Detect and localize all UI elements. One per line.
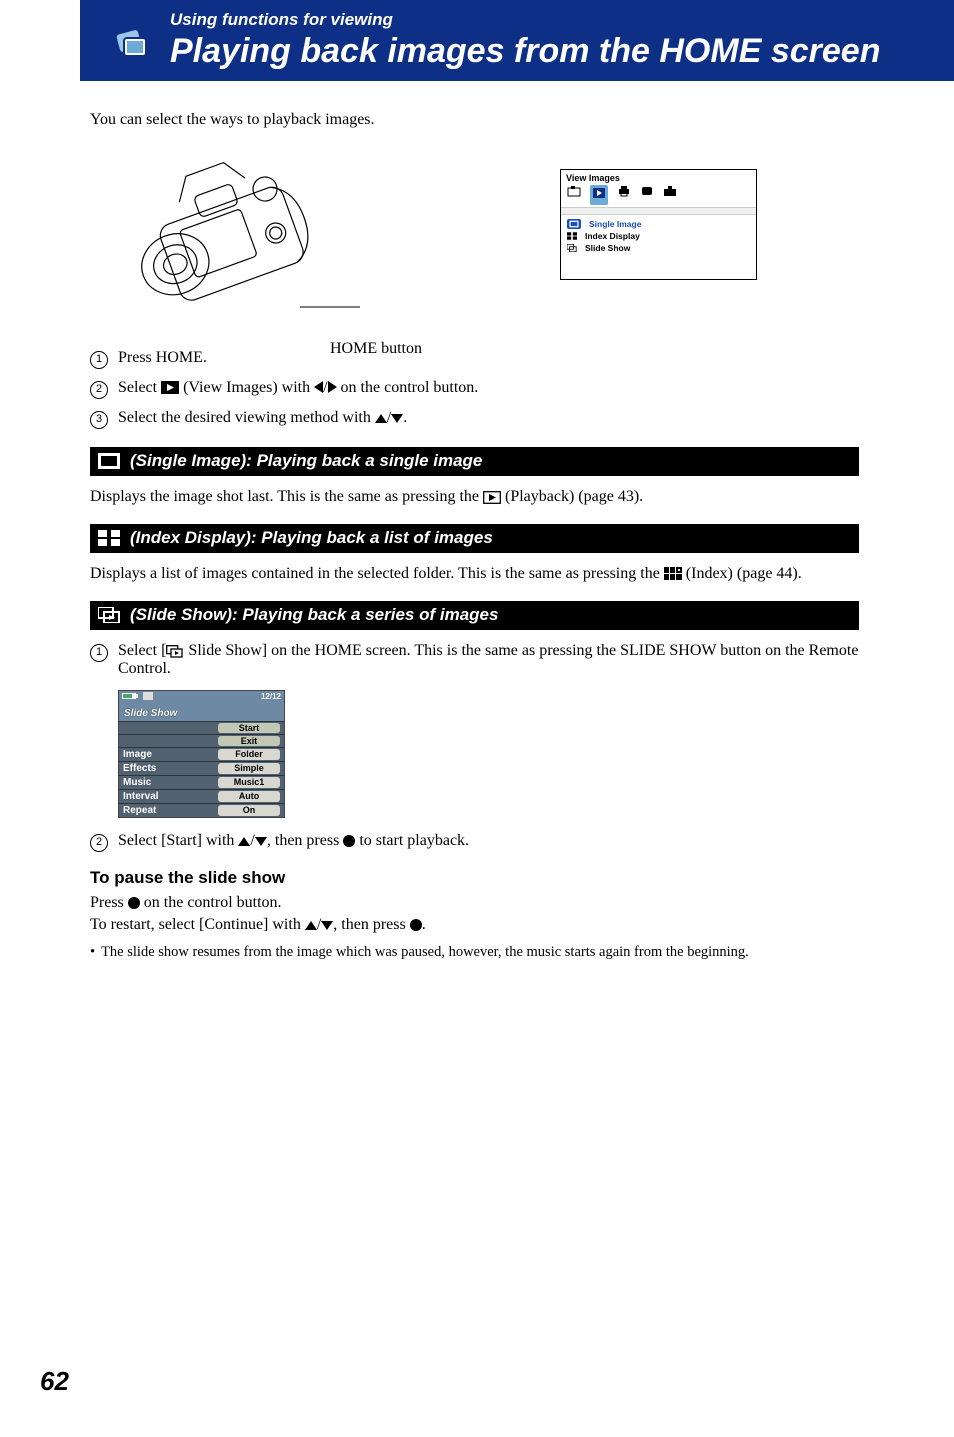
step-2: 2 Select (View Images) with / on the con… (90, 379, 859, 399)
left-arrow-icon (314, 381, 323, 393)
single-image-body: Displays the image shot last. This is th… (90, 488, 859, 506)
slide-row-start: Start (119, 721, 284, 734)
center-button-icon (410, 919, 422, 931)
manage-tab-icon (640, 185, 654, 197)
index-display-heading: (Index Display): Playing back a list of … (90, 524, 859, 553)
print-tab-icon (617, 185, 631, 197)
camera-tab-icon (567, 185, 581, 197)
step-3: 3 Select the desired viewing method with… (90, 409, 859, 429)
pause-heading: To pause the slide show (90, 868, 859, 888)
pause-p1: Press on the control button. (90, 894, 859, 912)
up-arrow-icon (305, 921, 317, 930)
right-arrow-icon (328, 381, 337, 393)
section-title: Using functions for viewing (170, 10, 954, 30)
slide-step-1: 1 Select [ Slide Show] on the HOME scree… (90, 642, 859, 678)
down-arrow-icon (255, 837, 267, 846)
slide-show-heading: (Slide Show): Playing back a series of i… (90, 601, 859, 630)
center-button-icon (128, 897, 140, 909)
page-header: Using functions for viewing Playing back… (80, 0, 954, 81)
battery-icon (122, 692, 140, 700)
slide-row-repeat: RepeatOn (119, 803, 284, 817)
slide-row-music: MusicMusic1 (119, 775, 284, 789)
slide-step-2: 2 Select [Start] with /, then press to s… (90, 832, 859, 852)
page-title: Playing back images from the HOME screen (170, 32, 954, 71)
figure-row: View Images Single Image (110, 149, 859, 329)
page-number: 62 (40, 1366, 69, 1397)
main-steps: 1 Press HOME. 2 Select (View Images) wit… (90, 349, 859, 429)
slide-menu-rows: Start Exit ImageFolder EffectsSimple Mus… (119, 721, 284, 817)
slide-row-interval: IntervalAuto (119, 789, 284, 803)
center-button-icon (343, 835, 355, 847)
down-arrow-icon (321, 921, 333, 930)
playback-tab-icon (592, 187, 606, 199)
slide-show-inline-icon (166, 645, 184, 658)
slide-row-effects: EffectsSimple (119, 761, 284, 775)
intro-text: You can select the ways to playback imag… (90, 111, 859, 129)
menu-item-slideshow: Slide Show (567, 242, 756, 254)
single-image-heading: (Single Image): Playing back a single im… (90, 447, 859, 476)
slide-steps: 1 Select [ Slide Show] on the HOME scree… (90, 642, 859, 678)
toolbox-tab-icon (663, 185, 677, 197)
pause-p2: To restart, select [Continue] with /, th… (90, 916, 859, 934)
playback-icon (161, 381, 179, 394)
step-1: 1 Press HOME. (90, 349, 859, 369)
menu-item-index: Index Display (567, 230, 756, 242)
slide-show-icon (98, 607, 120, 623)
index-icon (664, 567, 682, 580)
pause-note: • The slide show resumes from the image … (90, 944, 859, 961)
slide-menu-title: Slide Show (124, 708, 177, 719)
slide-steps-2: 2 Select [Start] with /, then press to s… (90, 832, 859, 852)
playback-outline-icon (483, 491, 501, 504)
camera-illustration (110, 149, 360, 329)
home-button-label: HOME button (330, 340, 422, 358)
single-image-icon (98, 453, 120, 469)
slide-row-image: ImageFolder (119, 747, 284, 761)
index-display-icon (98, 530, 120, 546)
menu-item-single: Single Image (567, 218, 756, 230)
view-images-menu: View Images Single Image (560, 169, 757, 280)
section-icon (110, 20, 154, 64)
card-icon (143, 692, 153, 700)
up-arrow-icon (238, 837, 250, 846)
up-arrow-icon (375, 414, 387, 423)
image-counter: 12/12 (261, 692, 281, 701)
index-display-body: Displays a list of images contained in t… (90, 565, 859, 583)
slide-row-exit: Exit (119, 734, 284, 747)
menu-tab-icons (561, 185, 756, 207)
slide-show-settings-menu: 12/12 Slide Show Start Exit ImageFolder … (118, 690, 285, 818)
down-arrow-icon (391, 414, 403, 423)
menu-title: View Images (566, 173, 620, 183)
